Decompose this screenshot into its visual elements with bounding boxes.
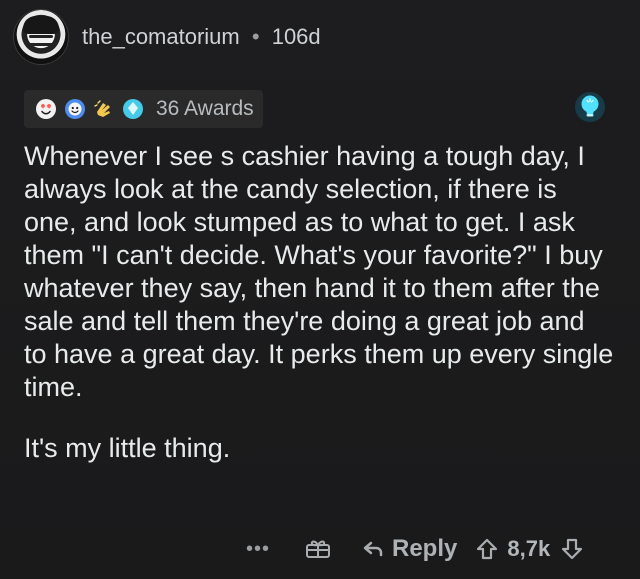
awards-chip[interactable]: 36 Awards — [24, 90, 263, 128]
diamond-icon — [123, 99, 143, 119]
comment-actions: ••• Reply 8,7k — [246, 535, 584, 563]
reply-label: Reply — [392, 535, 458, 562]
reply-button[interactable]: Reply — [362, 535, 457, 563]
user-avatar[interactable] — [14, 10, 68, 64]
comment-header: the_comatorium • 106d — [14, 10, 321, 64]
heart-eyes-icon — [36, 99, 56, 119]
wholesome-icon — [65, 99, 85, 119]
comment-meta: the_comatorium • 106d — [82, 24, 321, 50]
comment-body: Whenever I see s cashier having a tough … — [24, 140, 614, 465]
awards-count: 36 Awards — [156, 97, 254, 120]
username-link[interactable]: the_comatorium — [82, 24, 240, 49]
upvote-icon[interactable] — [475, 537, 499, 561]
reply-icon — [363, 541, 383, 557]
meta-separator: • — [251, 24, 260, 49]
gold-clap-icon — [94, 100, 110, 117]
vote-controls: 8,7k — [475, 536, 584, 562]
lightbulb-icon[interactable] — [573, 90, 607, 124]
more-options-button[interactable]: ••• — [246, 539, 274, 559]
vote-score: 8,7k — [507, 536, 551, 561]
comment-card: the_comatorium • 106d 36 Awards Whenever… — [0, 0, 640, 579]
comment-paragraph: It's my little thing. — [24, 433, 231, 463]
comment-paragraph: Whenever I see s cashier having a tough … — [24, 141, 614, 402]
gift-icon[interactable] — [304, 537, 332, 561]
comment-age: 106d — [271, 24, 321, 49]
downvote-icon[interactable] — [560, 537, 584, 561]
